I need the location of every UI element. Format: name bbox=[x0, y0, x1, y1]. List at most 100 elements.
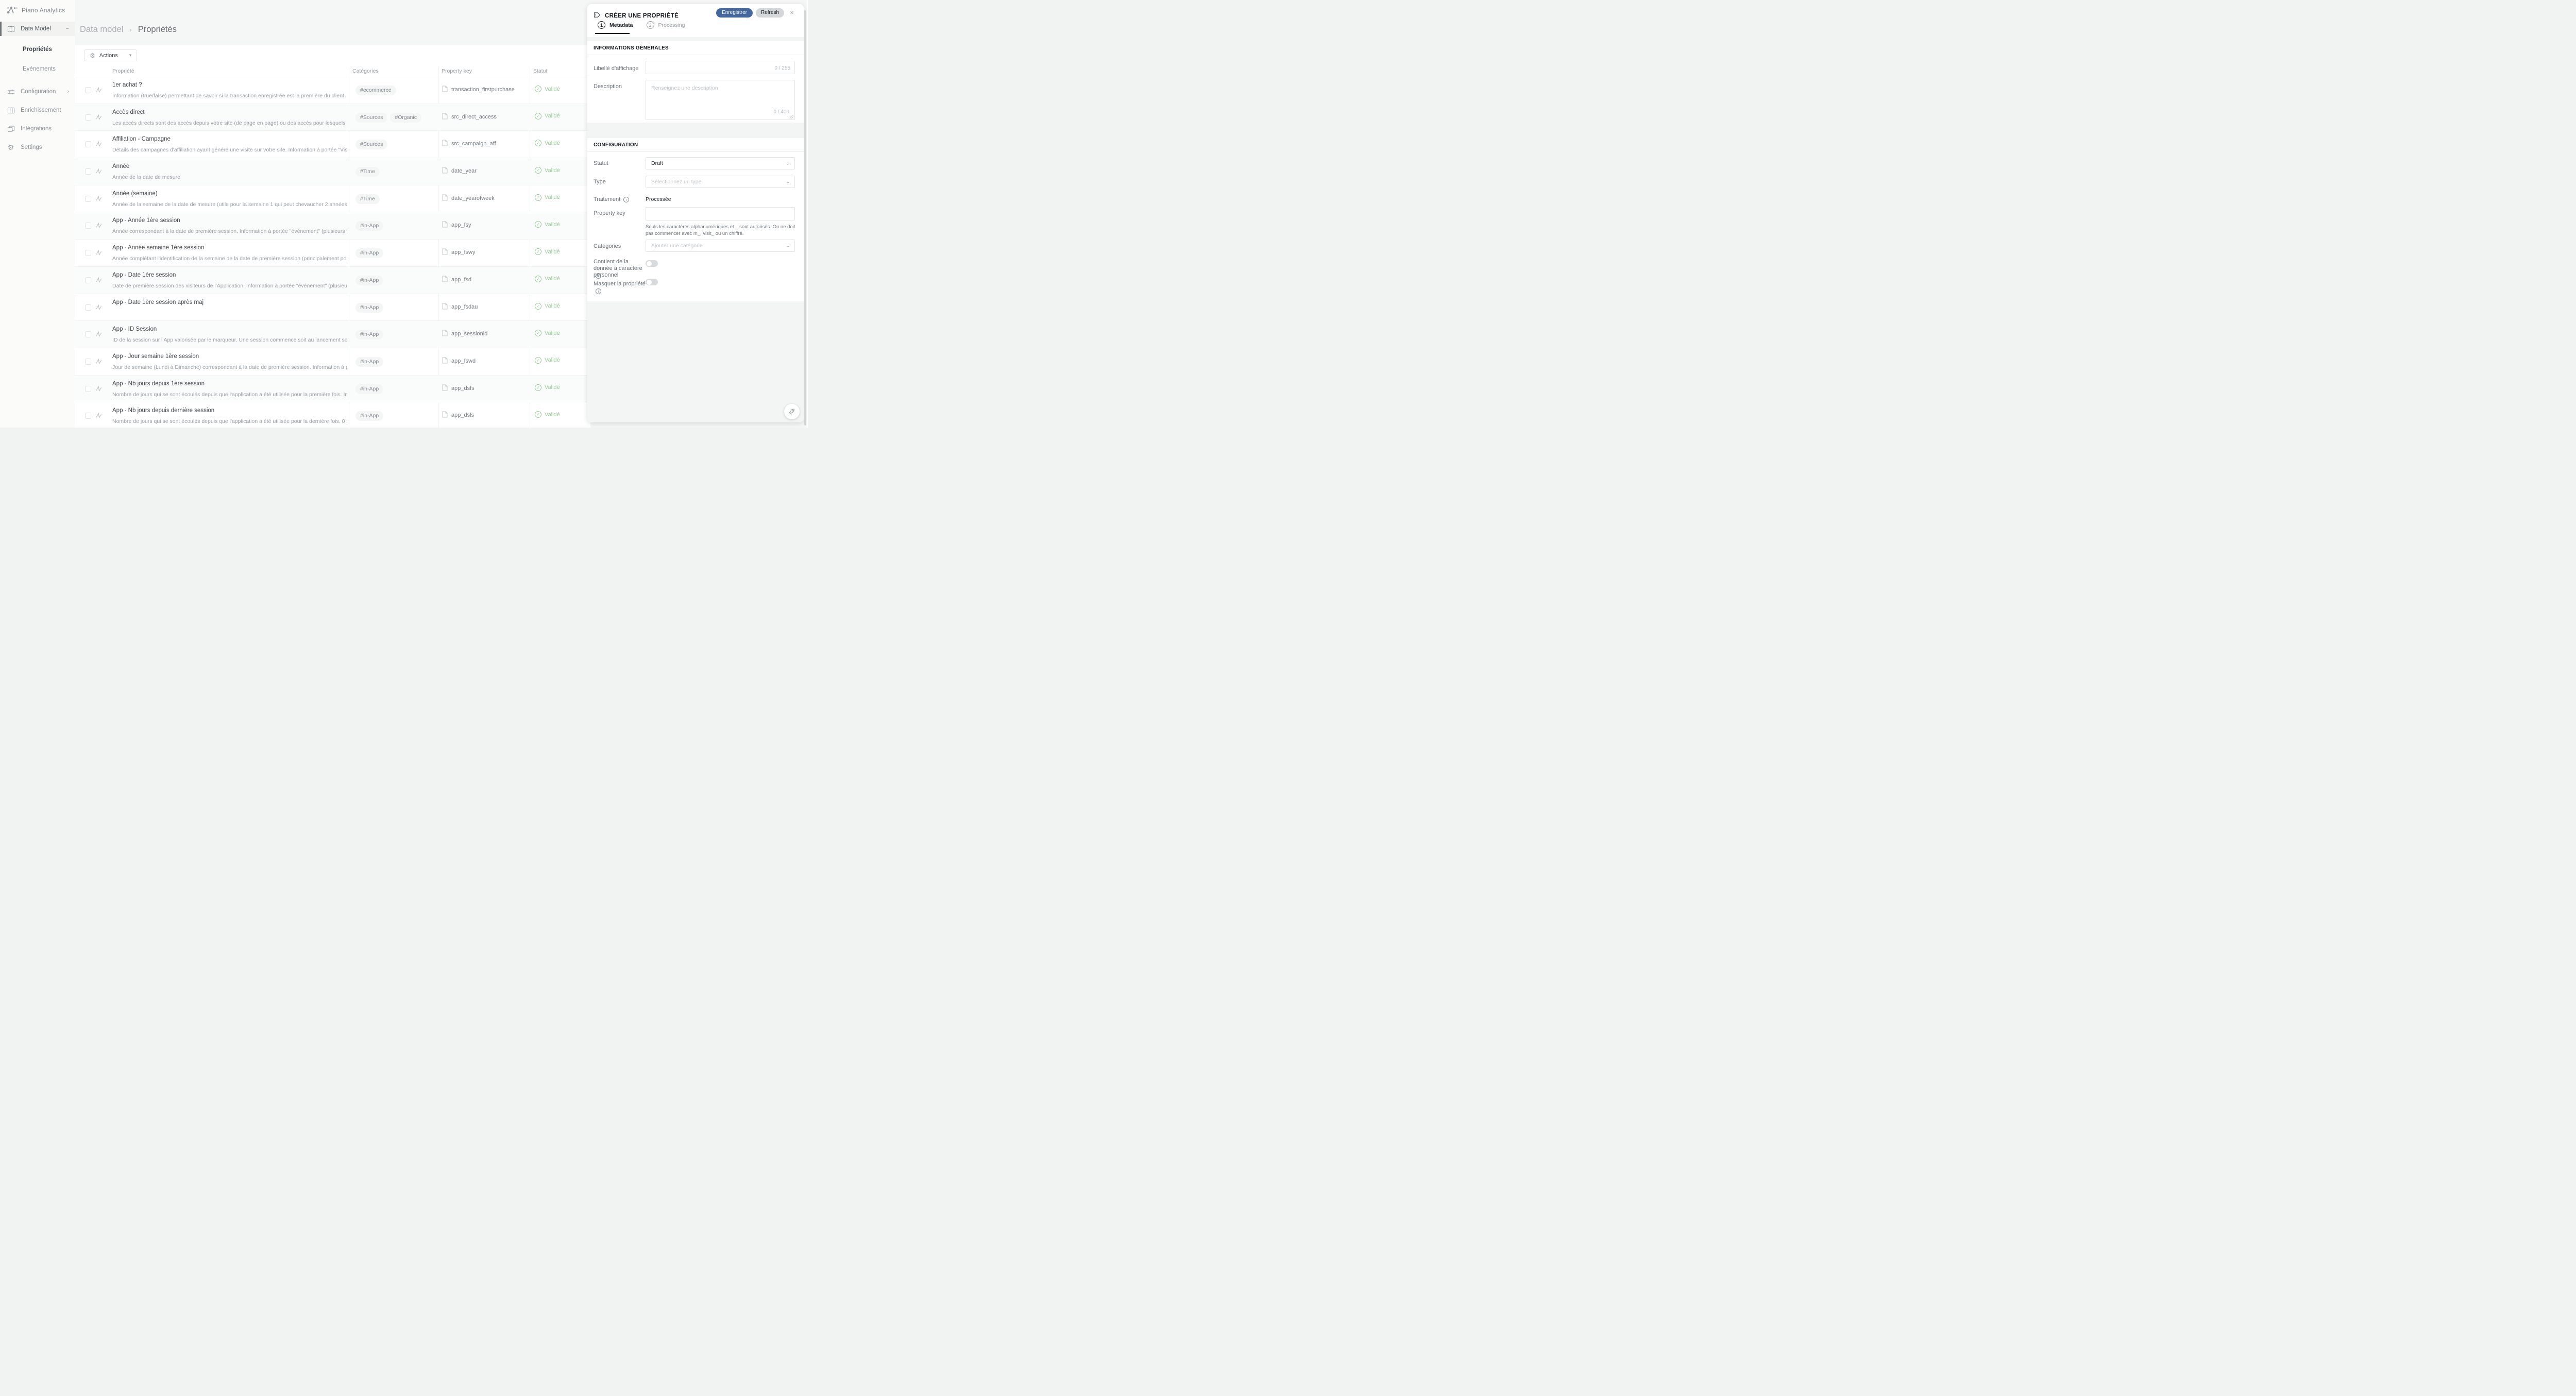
property-title[interactable]: App - Date 1ère session bbox=[112, 272, 176, 278]
row-checkbox[interactable] bbox=[85, 141, 91, 147]
column-header-property-key[interactable]: Property key bbox=[442, 68, 472, 74]
property-title[interactable]: Année bbox=[112, 163, 129, 169]
property-title[interactable]: App - Nb jours depuis 1ère session bbox=[112, 381, 205, 387]
row-checkbox[interactable] bbox=[85, 114, 91, 121]
save-button[interactable]: Enregistrer bbox=[716, 8, 753, 18]
table-row[interactable]: App - Date 1ère session après maj #in-Ap… bbox=[75, 294, 590, 321]
actions-button[interactable]: ⚙ Actions ▾ bbox=[84, 49, 137, 61]
info-icon[interactable]: i bbox=[596, 288, 601, 294]
panel-title: CRÉER UNE PROPRIÉTÉ bbox=[605, 13, 679, 19]
type-select[interactable]: Sélectionnez un type ⌄ bbox=[646, 176, 795, 188]
pulse-activity-icon[interactable] bbox=[96, 168, 103, 177]
property-key: app_fsd bbox=[442, 276, 471, 284]
categories-select[interactable]: Ajouter une catégorie ⌄ bbox=[646, 240, 795, 252]
row-checkbox[interactable] bbox=[85, 331, 91, 337]
sidebar-item-integrations[interactable]: Intégrations bbox=[0, 122, 75, 136]
rocket-fab-button[interactable] bbox=[784, 404, 800, 419]
status-badge: ✓ Validé bbox=[535, 86, 560, 92]
property-title[interactable]: Accès direct bbox=[112, 109, 145, 115]
pulse-activity-icon[interactable] bbox=[96, 358, 103, 367]
table-row[interactable]: Année (semaine) Année de la semaine de l… bbox=[75, 185, 590, 213]
column-header-propriete[interactable]: Propriété bbox=[112, 68, 134, 74]
sidebar-item-settings[interactable]: ⚙ Settings bbox=[0, 140, 75, 155]
display-name-input[interactable]: 0 / 255 bbox=[646, 61, 795, 74]
category-tag: #in-App bbox=[355, 303, 383, 313]
row-checkbox[interactable] bbox=[85, 359, 91, 365]
table-row[interactable]: Affiliation - Campagne Détails des campa… bbox=[75, 131, 590, 158]
property-description: Date de première session des visiteurs d… bbox=[112, 283, 347, 289]
property-title[interactable]: Année (semaine) bbox=[112, 191, 158, 197]
categories-placeholder: Ajouter une catégorie bbox=[651, 243, 703, 249]
sidebar-item-enrichissement[interactable]: Enrichissement bbox=[0, 103, 75, 117]
hide-property-toggle[interactable] bbox=[646, 279, 658, 285]
step-metadata[interactable]: 1 Metadata bbox=[598, 21, 633, 29]
category-tag: #in-App bbox=[355, 330, 383, 339]
row-checkbox[interactable] bbox=[85, 196, 91, 202]
pulse-activity-icon[interactable] bbox=[96, 277, 103, 286]
description-textarea[interactable]: Renseignez une description 0 / 400 bbox=[646, 80, 795, 120]
property-title[interactable]: App - Année semaine 1ère session bbox=[112, 245, 204, 251]
property-key-input[interactable] bbox=[646, 207, 795, 220]
property-title[interactable]: 1er achat ? bbox=[112, 82, 142, 88]
pulse-activity-icon[interactable] bbox=[96, 385, 103, 395]
refresh-button[interactable]: Refresh bbox=[756, 8, 784, 18]
property-title[interactable]: Affiliation - Campagne bbox=[112, 136, 171, 142]
row-checkbox[interactable] bbox=[85, 413, 91, 419]
sidebar-item-configuration[interactable]: Configuration › bbox=[0, 84, 75, 99]
table-row[interactable]: App - Jour semaine 1ère session Jour de … bbox=[75, 348, 590, 376]
property-title[interactable]: App - Nb jours depuis dernière session bbox=[112, 407, 214, 414]
row-checkbox[interactable] bbox=[85, 168, 91, 175]
property-title[interactable]: App - Année 1ère session bbox=[112, 217, 180, 224]
table-row[interactable]: Année Année de la date de mesure #Time d… bbox=[75, 158, 590, 185]
info-icon[interactable]: i bbox=[623, 197, 629, 202]
category-tag: #in-App bbox=[355, 221, 383, 231]
pulse-activity-icon[interactable] bbox=[96, 222, 103, 231]
statut-select[interactable]: Draft ⌄ bbox=[646, 157, 795, 169]
step-label: Processing bbox=[658, 22, 685, 28]
collapse-minus-icon[interactable]: − bbox=[66, 26, 69, 32]
property-categories: #in-App bbox=[355, 411, 383, 421]
resize-handle[interactable] bbox=[790, 115, 793, 118]
row-checkbox[interactable] bbox=[85, 277, 91, 283]
row-checkbox[interactable] bbox=[85, 250, 91, 256]
table-row[interactable]: App - Nb jours depuis dernière session N… bbox=[75, 402, 590, 428]
close-icon[interactable]: ✕ bbox=[787, 8, 796, 18]
pulse-activity-icon[interactable] bbox=[96, 331, 103, 340]
status-text: Validé bbox=[545, 357, 560, 363]
sidebar-item-proprietes[interactable]: Propriétés bbox=[0, 43, 75, 56]
pulse-activity-icon[interactable] bbox=[96, 249, 103, 259]
step-processing[interactable]: 2 Processing bbox=[647, 21, 685, 29]
pulse-activity-icon[interactable] bbox=[96, 195, 103, 205]
property-key-text: app_fswd bbox=[451, 358, 476, 364]
column-header-categories[interactable]: Catégories bbox=[352, 68, 379, 74]
page-scrollbar[interactable] bbox=[804, 10, 806, 425]
property-title[interactable]: App - Date 1ère session après maj bbox=[112, 299, 204, 305]
property-title[interactable]: App - Jour semaine 1ère session bbox=[112, 353, 199, 360]
row-checkbox[interactable] bbox=[85, 87, 91, 93]
breadcrumb-parent[interactable]: Data model bbox=[80, 25, 123, 35]
table-row[interactable]: App - Nb jours depuis 1ère session Nombr… bbox=[75, 376, 590, 403]
info-icon[interactable]: i bbox=[596, 273, 601, 279]
pulse-activity-icon[interactable] bbox=[96, 412, 103, 421]
row-checkbox[interactable] bbox=[85, 386, 91, 392]
table-row[interactable]: App - Année 1ère session Année correspon… bbox=[75, 212, 590, 240]
property-key-text: transaction_firstpurchase bbox=[451, 87, 515, 93]
char-counter: 0 / 255 bbox=[774, 65, 790, 71]
property-title[interactable]: App - ID Session bbox=[112, 326, 157, 332]
sidebar-item-data-model[interactable]: Data Model − bbox=[0, 22, 75, 36]
row-checkbox[interactable] bbox=[85, 304, 91, 311]
personal-data-toggle[interactable] bbox=[646, 260, 658, 267]
column-header-statut[interactable]: Statut bbox=[533, 68, 547, 74]
sidebar-item-evenements[interactable]: Evénements bbox=[0, 63, 75, 75]
table-row[interactable]: App - Année semaine 1ère session Année c… bbox=[75, 240, 590, 267]
copy-icon bbox=[7, 125, 15, 133]
table-row[interactable]: App - Date 1ère session Date de première… bbox=[75, 267, 590, 294]
pulse-activity-icon[interactable] bbox=[96, 87, 103, 96]
pulse-activity-icon[interactable] bbox=[96, 141, 103, 150]
pulse-activity-icon[interactable] bbox=[96, 114, 103, 123]
table-row[interactable]: App - ID Session ID de la session sur l'… bbox=[75, 321, 590, 348]
row-checkbox[interactable] bbox=[85, 223, 91, 229]
table-row[interactable]: Accès direct Les accès directs sont des … bbox=[75, 104, 590, 131]
pulse-activity-icon[interactable] bbox=[96, 304, 103, 313]
table-row[interactable]: 1er achat ? Information (true/false) per… bbox=[75, 77, 590, 104]
